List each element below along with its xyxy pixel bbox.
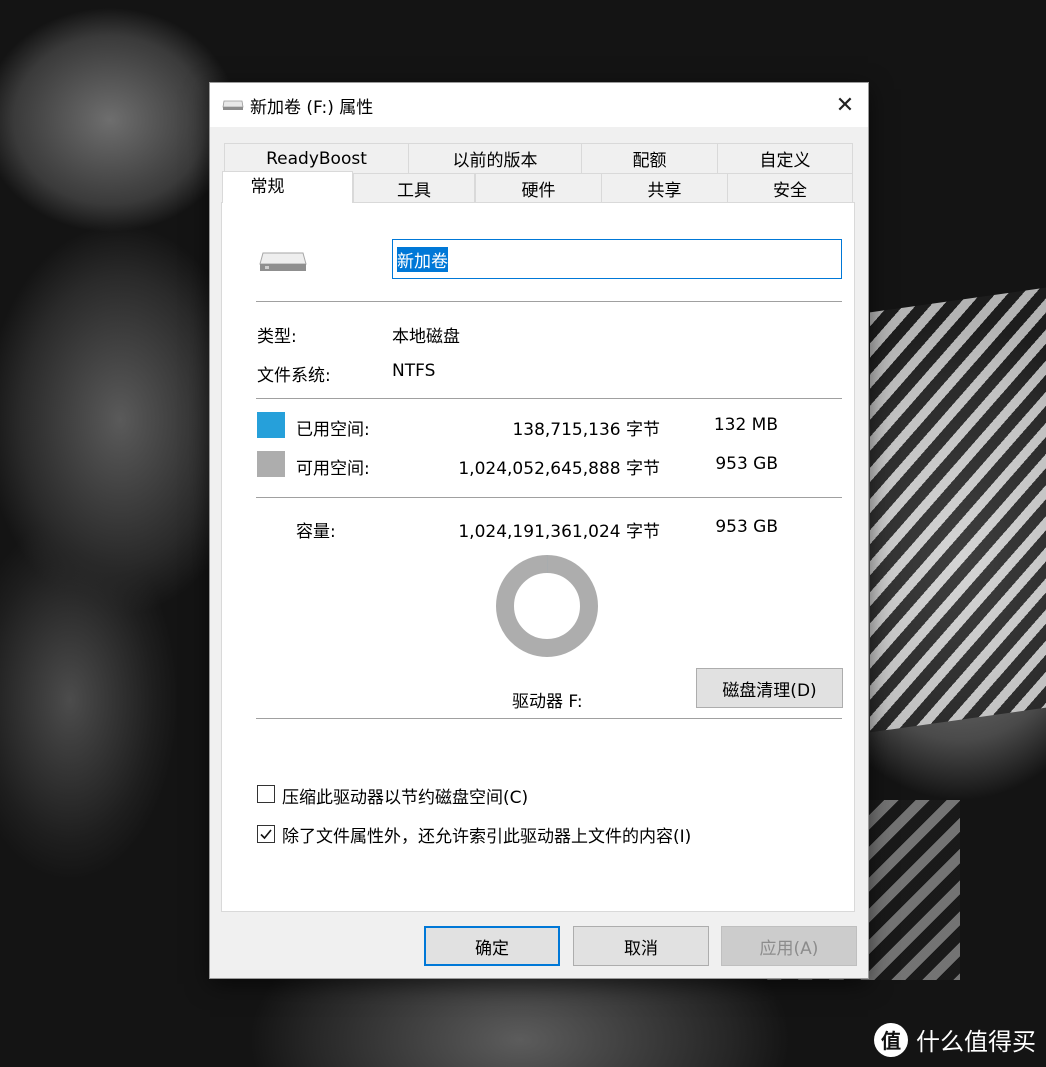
capacity-size: 953 GB [715,517,778,537]
used-space-size: 132 MB [713,415,778,435]
cancel-button[interactable]: 取消 [573,926,709,966]
used-space-label: 已用空间: [296,420,370,440]
watermark-logo-icon: 值 [874,1022,908,1057]
capacity-label: 容量: [296,522,336,542]
free-space-label: 可用空间: [296,459,370,479]
type-label: 类型: [257,327,297,347]
compress-label: 压缩此驱动器以节约磁盘空间(C) [282,788,529,808]
tab-general[interactable]: 常规 [222,171,353,203]
general-panel: 新加卷 类型: 本地磁盘 文件系统: NTFS 已用空间: 138,715,13… [221,202,855,912]
drive-icon [222,100,244,110]
close-icon: ✕ [835,92,855,118]
tab-security[interactable]: 安全 [727,173,853,203]
divider [256,398,842,399]
divider [256,301,842,302]
filesystem-value: NTFS [392,361,436,381]
tab-hardware[interactable]: 硬件 [475,173,602,203]
divider [256,718,842,719]
usage-donut-chart [496,555,598,657]
compress-checkbox[interactable] [257,785,275,803]
tab-previous-versions[interactable]: 以前的版本 [408,143,582,173]
free-space-ring [496,555,598,657]
window-title: 新加卷 (F:) 属性 [250,98,374,118]
used-space-bytes: 138,715,136 字节 [512,420,660,440]
tab-quota[interactable]: 配额 [581,143,718,173]
tab-sharing[interactable]: 共享 [601,173,728,203]
properties-dialog: 新加卷 (F:) 属性 ✕ ReadyBoost 以前的版本 配额 自定义 常规… [210,83,868,978]
drive-letter-label: 驱动器 F: [512,692,583,712]
volume-name-input[interactable]: 新加卷 [392,239,842,279]
index-label: 除了文件属性外，还允许索引此驱动器上文件的内容(I) [282,827,692,847]
apply-button[interactable]: 应用(A) [721,926,857,966]
disk-cleanup-button[interactable]: 磁盘清理(D) [696,668,843,708]
watermark: 值 什么值得买 [874,1022,1036,1057]
used-space-swatch [257,412,285,438]
capacity-bytes: 1,024,191,361,024 字节 [458,522,660,542]
watermark-text: 什么值得买 [916,1028,1036,1056]
filesystem-label: 文件系统: [257,366,331,386]
free-space-size: 953 GB [715,454,778,474]
divider [256,497,842,498]
type-value: 本地磁盘 [392,327,460,347]
checkmark-icon [260,829,272,840]
drive-icon [259,252,307,271]
tab-readyboost[interactable]: ReadyBoost [224,143,409,173]
close-button[interactable]: ✕ [822,83,868,127]
free-space-swatch [257,451,285,477]
ok-button[interactable]: 确定 [424,926,560,966]
index-checkbox[interactable] [257,825,275,843]
tab-customize[interactable]: 自定义 [717,143,853,173]
tab-tools[interactable]: 工具 [353,173,475,203]
volume-name-text: 新加卷 [397,246,448,272]
title-bar: 新加卷 (F:) 属性 ✕ [210,83,868,127]
free-space-bytes: 1,024,052,645,888 字节 [458,459,660,479]
